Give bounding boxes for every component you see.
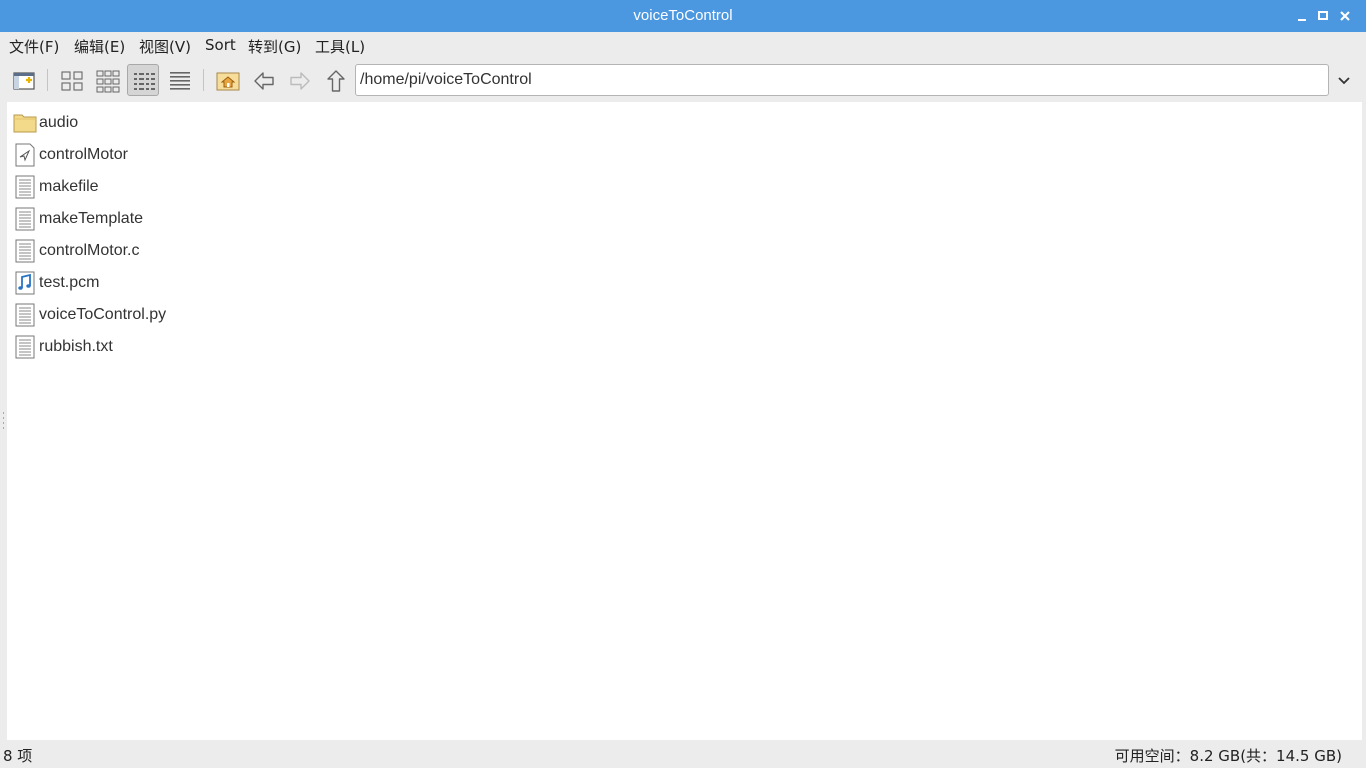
list-item-controlMotor[interactable]: controlMotor	[13, 141, 413, 169]
file-name: rubbish.txt	[39, 338, 113, 355]
list-item-controlMotor-c[interactable]: controlMotor.c	[13, 237, 413, 265]
file-name: makefile	[39, 178, 99, 195]
list-item-test-pcm[interactable]: test.pcm	[13, 269, 413, 297]
executable-icon	[15, 143, 35, 167]
menu-tools[interactable]: 工具(L)	[315, 36, 365, 57]
text-file-icon	[15, 239, 35, 263]
text-file-icon	[15, 175, 35, 199]
menu-sort[interactable]: Sort	[205, 36, 236, 54]
detailed-list-view-icon	[170, 72, 190, 90]
new-window-icon	[13, 72, 35, 90]
title-bar: voiceToControl	[0, 0, 1366, 32]
maximize-button[interactable]	[1313, 6, 1333, 26]
file-name: controlMotor.c	[39, 242, 140, 259]
file-name: voiceToControl.py	[39, 306, 167, 323]
minimize-icon	[1298, 19, 1306, 21]
up-arrow-icon	[327, 70, 345, 92]
item-count: 8 项	[3, 747, 33, 765]
folder-icon	[13, 114, 37, 133]
list-item-makefile[interactable]: makefile	[13, 173, 413, 201]
side-pane-resize-handle[interactable]	[2, 410, 5, 434]
chevron-down-icon	[1338, 77, 1350, 85]
toolbar-separator	[47, 69, 48, 91]
free-space: 可用空间：8.2 GB(共：14.5 GB)	[1114, 747, 1342, 765]
path-input[interactable]	[360, 69, 1310, 91]
home-icon	[216, 72, 240, 91]
text-file-icon	[15, 303, 35, 327]
new-window-button[interactable]	[7, 64, 39, 96]
menu-bar: 文件(F) 编辑(E) 视图(V) Sort 转到(G) 工具(L)	[0, 32, 1366, 58]
menu-view[interactable]: 视图(V)	[139, 36, 191, 57]
file-name: audio	[39, 114, 79, 131]
close-icon	[1340, 11, 1350, 21]
audio-file-icon	[15, 271, 35, 295]
icon-view-icon	[61, 71, 83, 91]
file-list[interactable]: audio controlMotor makefile makeTemplate…	[7, 102, 1362, 740]
forward-arrow-icon	[290, 72, 310, 90]
file-name: test.pcm	[39, 274, 100, 291]
path-history-dropdown[interactable]	[1334, 70, 1354, 90]
list-item-makeTemplate[interactable]: makeTemplate	[13, 205, 413, 233]
maximize-icon	[1318, 11, 1328, 20]
file-name: makeTemplate	[39, 210, 144, 227]
status-bar: 8 项 可用空间：8.2 GB(共：14.5 GB)	[0, 740, 1366, 768]
text-file-icon	[15, 207, 35, 231]
detailed-list-view-button[interactable]	[163, 64, 195, 96]
window-title: voiceToControl	[633, 7, 733, 24]
toolbar-separator	[203, 69, 204, 91]
close-button[interactable]	[1335, 6, 1355, 26]
menu-edit[interactable]: 编辑(E)	[74, 36, 125, 57]
compact-view-button[interactable]	[127, 64, 159, 96]
list-item-audio[interactable]: audio	[13, 109, 413, 137]
file-name: controlMotor	[39, 146, 128, 163]
forward-button[interactable]	[283, 64, 315, 96]
minimize-button[interactable]	[1292, 6, 1312, 26]
compact-view-icon	[134, 73, 155, 90]
location-bar[interactable]	[355, 64, 1329, 96]
icon-view-button[interactable]	[55, 64, 87, 96]
home-button[interactable]	[211, 64, 243, 96]
list-item-rubbish-txt[interactable]: rubbish.txt	[13, 333, 413, 361]
menu-file[interactable]: 文件(F)	[9, 36, 59, 57]
up-button[interactable]	[319, 64, 351, 96]
menu-go[interactable]: 转到(G)	[248, 36, 301, 57]
back-button[interactable]	[247, 64, 279, 96]
back-arrow-icon	[254, 72, 274, 90]
thumbnail-view-icon	[96, 70, 120, 93]
text-file-icon	[15, 335, 35, 359]
thumbnail-view-button[interactable]	[91, 64, 123, 96]
list-item-voiceToControl-py[interactable]: voiceToControl.py	[13, 301, 413, 329]
